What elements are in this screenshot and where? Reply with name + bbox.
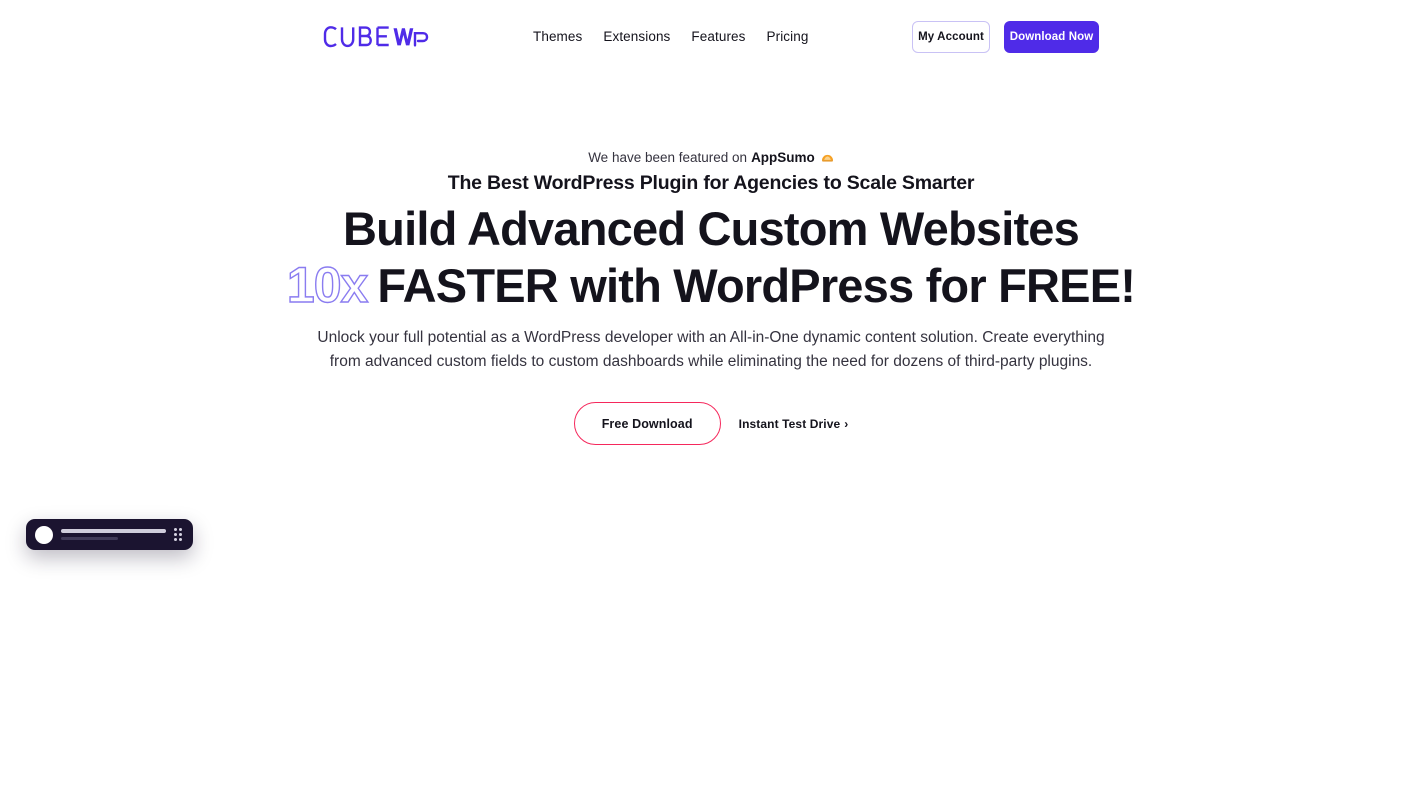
appsumo-taco-icon bbox=[821, 151, 834, 164]
cubewp-logo[interactable] bbox=[323, 25, 429, 49]
instant-test-drive-link[interactable]: Instant Test Drive › bbox=[739, 417, 849, 431]
hero-headline-line2: 10x FASTER with WordPress for FREE! bbox=[0, 257, 1422, 313]
drag-handle-icon[interactable] bbox=[174, 528, 184, 541]
header-actions: My Account Download Now bbox=[912, 21, 1099, 53]
hero-paragraph: Unlock your full potential as a WordPres… bbox=[317, 329, 1105, 371]
headline-line2-text: FASTER with WordPress for FREE! bbox=[377, 259, 1136, 312]
hero-headline-line1: Build Advanced Custom Websites bbox=[343, 202, 1080, 255]
custom-fields-toggle-pill[interactable] bbox=[26, 519, 193, 550]
headline-multiplier: 10x bbox=[286, 257, 369, 313]
chevron-right-icon: › bbox=[844, 416, 849, 431]
download-now-button[interactable]: Download Now bbox=[1004, 21, 1099, 53]
landing-page: Themes Extensions Features Pricing My Ac… bbox=[0, 0, 1422, 800]
nav-item-pricing[interactable]: Pricing bbox=[767, 29, 809, 44]
appsumo-label: AppSumo bbox=[751, 150, 815, 165]
cubewp-logo-icon bbox=[323, 26, 429, 48]
nav-item-features[interactable]: Features bbox=[691, 29, 745, 44]
pill-lines bbox=[61, 529, 166, 540]
my-account-button[interactable]: My Account bbox=[912, 21, 990, 53]
main-nav: Themes Extensions Features Pricing bbox=[533, 29, 808, 44]
instant-test-drive-label: Instant Test Drive bbox=[738, 416, 841, 431]
nav-item-extensions[interactable]: Extensions bbox=[603, 29, 670, 44]
nav-item-themes[interactable]: Themes bbox=[533, 29, 582, 44]
free-download-button[interactable]: Free Download bbox=[573, 402, 721, 445]
hero-cta-row: Free Download Instant Test Drive › bbox=[0, 402, 1422, 445]
hero-illustration: Layout Builder Custom Fileds Custom Taxo… bbox=[0, 480, 1422, 800]
toggle-knob-icon[interactable] bbox=[35, 525, 53, 544]
featured-eyebrow: We have been featured on AppSumo bbox=[0, 150, 1422, 165]
eyebrow-prefix: We have been featured on bbox=[588, 150, 748, 165]
hero-subheading: The Best WordPress Plugin for Agencies t… bbox=[447, 172, 975, 194]
site-header: Themes Extensions Features Pricing My Ac… bbox=[0, 0, 1422, 74]
